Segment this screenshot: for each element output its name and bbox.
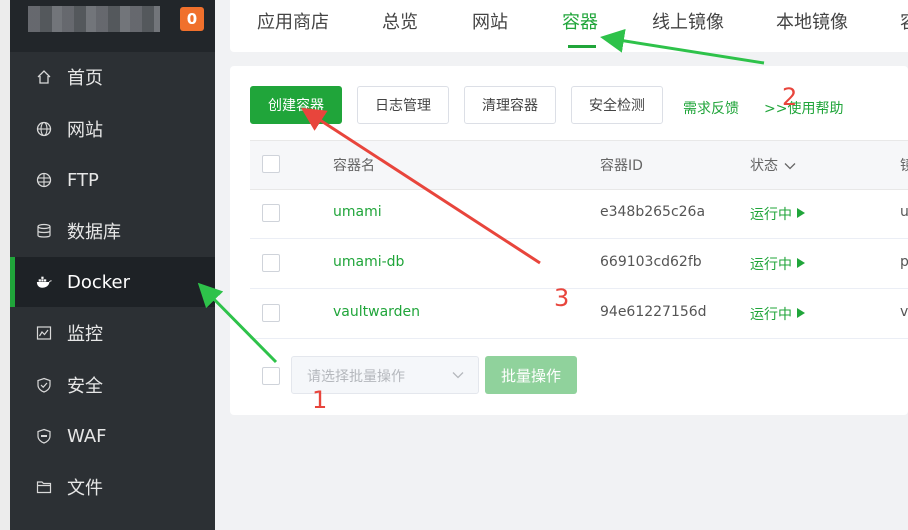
sidebar-item-waf[interactable]: WAF bbox=[10, 411, 215, 461]
log-management-button[interactable]: 日志管理 bbox=[357, 86, 449, 124]
sidebar-item-label: 网站 bbox=[67, 120, 103, 141]
header-image-truncated: 镜 bbox=[900, 158, 908, 174]
tab-overview[interactable]: 总览 bbox=[382, 8, 418, 34]
docker-icon bbox=[36, 274, 52, 290]
sidebar-item-monitor[interactable]: 监控 bbox=[10, 308, 215, 358]
select-placeholder: 请选择批量操作 bbox=[307, 369, 405, 385]
database-icon bbox=[36, 223, 52, 239]
sidebar-item-label: 首页 bbox=[67, 68, 103, 89]
container-id: 94e61227156d bbox=[600, 304, 707, 320]
image-truncated: u bbox=[900, 204, 908, 220]
tab-containers[interactable]: 容器 bbox=[562, 8, 598, 34]
create-container-button[interactable]: 创建容器 bbox=[250, 86, 342, 124]
status-text: 运行中 bbox=[750, 307, 792, 323]
sidebar-item-label: Docker bbox=[67, 271, 131, 293]
sidebar-item-label: 监控 bbox=[67, 324, 103, 345]
help-link[interactable]: >>使用帮助 bbox=[764, 98, 843, 118]
sidebar-item-docker[interactable]: Docker bbox=[10, 257, 215, 307]
tab-app-store[interactable]: 应用商店 bbox=[257, 8, 329, 34]
ftp-globe-icon bbox=[36, 172, 52, 188]
image-truncated: p bbox=[900, 254, 908, 270]
container-id: 669103cd62fb bbox=[600, 254, 702, 270]
image-truncated: v bbox=[900, 304, 908, 320]
tab-truncated[interactable]: 容 bbox=[900, 8, 908, 34]
waf-shield-icon bbox=[36, 428, 52, 444]
chevron-down-icon bbox=[784, 163, 796, 170]
active-tab-indicator bbox=[568, 45, 596, 48]
globe-icon bbox=[36, 121, 52, 137]
shield-check-icon bbox=[36, 377, 52, 393]
sidebar-item-ftp[interactable]: FTP bbox=[10, 155, 215, 205]
container-id: e348b265c26a bbox=[600, 204, 706, 220]
sidebar: 0 首页 网站 FTP 数据库 Docker 监控 安全 WAF 文件 bbox=[10, 0, 215, 530]
status-running[interactable]: 运行中 bbox=[750, 304, 806, 324]
notification-badge[interactable]: 0 bbox=[180, 7, 204, 31]
tab-local-images[interactable]: 本地镜像 bbox=[776, 8, 848, 34]
batch-operation-button[interactable]: 批量操作 bbox=[485, 356, 577, 394]
tab-website[interactable]: 网站 bbox=[472, 8, 508, 34]
row-checkbox[interactable] bbox=[262, 304, 280, 322]
container-name-link[interactable]: vaultwarden bbox=[333, 304, 420, 320]
sidebar-item-label: 文件 bbox=[67, 478, 103, 499]
header-container-id[interactable]: 容器ID bbox=[600, 155, 643, 175]
status-running[interactable]: 运行中 bbox=[750, 254, 806, 274]
sidebar-item-website[interactable]: 网站 bbox=[10, 104, 215, 154]
play-icon bbox=[797, 208, 806, 218]
row-checkbox[interactable] bbox=[262, 204, 280, 222]
table-row: umami-db 669103cd62fb 运行中 p bbox=[250, 239, 908, 289]
feedback-link[interactable]: 需求反馈 bbox=[683, 98, 739, 118]
play-icon bbox=[797, 258, 806, 268]
sidebar-item-label: WAF bbox=[67, 425, 107, 447]
folder-icon bbox=[36, 479, 52, 495]
container-name-link[interactable]: umami-db bbox=[333, 254, 404, 270]
sidebar-item-database[interactable]: 数据库 bbox=[10, 206, 215, 256]
row-checkbox[interactable] bbox=[262, 254, 280, 272]
home-icon bbox=[36, 69, 52, 85]
clean-containers-button[interactable]: 清理容器 bbox=[464, 86, 556, 124]
sidebar-item-label: 安全 bbox=[67, 376, 103, 397]
header-status-label: 状态 bbox=[750, 158, 778, 174]
table-row: vaultwarden 94e61227156d 运行中 v bbox=[250, 289, 908, 339]
batch-operation-select[interactable]: 请选择批量操作 bbox=[291, 356, 479, 394]
sidebar-item-security[interactable]: 安全 bbox=[10, 360, 215, 410]
sidebar-item-files[interactable]: 文件 bbox=[10, 462, 215, 512]
header-status[interactable]: 状态 bbox=[750, 155, 796, 175]
status-text: 运行中 bbox=[750, 207, 792, 223]
sidebar-item-label: FTP bbox=[67, 169, 99, 191]
tab-online-images[interactable]: 线上镜像 bbox=[652, 8, 724, 34]
monitor-chart-icon bbox=[36, 325, 52, 341]
select-all-checkbox[interactable] bbox=[262, 155, 280, 173]
sidebar-header: 0 bbox=[10, 0, 215, 52]
sidebar-item-home[interactable]: 首页 bbox=[10, 52, 215, 102]
container-name-link[interactable]: umami bbox=[333, 204, 382, 220]
left-edge-strip bbox=[0, 0, 10, 530]
security-check-button[interactable]: 安全检测 bbox=[571, 86, 663, 124]
batch-select-checkbox[interactable] bbox=[262, 367, 280, 385]
container-panel: 创建容器 日志管理 清理容器 安全检测 需求反馈 >>使用帮助 容器名 容器ID… bbox=[230, 66, 908, 415]
top-tab-bar: 应用商店 总览 网站 容器 线上镜像 本地镜像 容 bbox=[230, 0, 908, 52]
table-header: 容器名 容器ID 状态 镜 bbox=[250, 140, 908, 190]
status-text: 运行中 bbox=[750, 257, 792, 273]
play-icon bbox=[797, 308, 806, 318]
table-row: umami e348b265c26a 运行中 u bbox=[250, 189, 908, 239]
chevron-down-icon bbox=[452, 372, 464, 379]
sidebar-item-label: 数据库 bbox=[67, 222, 121, 243]
header-container-name[interactable]: 容器名 bbox=[333, 155, 375, 175]
status-running[interactable]: 运行中 bbox=[750, 204, 806, 224]
blurred-server-name bbox=[28, 6, 160, 32]
